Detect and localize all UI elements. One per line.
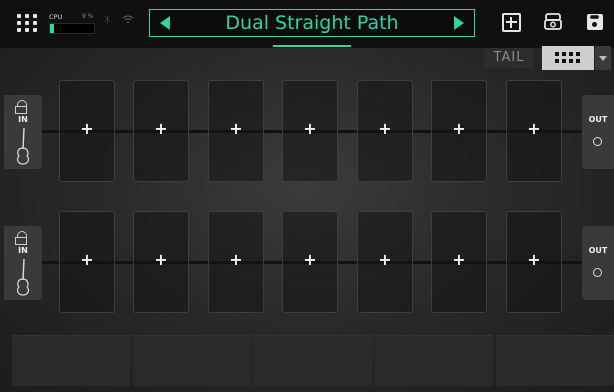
top-bar: CPU 9 % ᛡ Dual Straight Path	[0, 0, 614, 48]
menu-grid-icon[interactable]	[17, 14, 37, 32]
add-effect-icon: +	[303, 250, 317, 269]
footer-slot-1[interactable]	[12, 335, 130, 386]
effect-slot[interactable]: +	[133, 211, 189, 313]
output-label: OUT	[588, 115, 608, 124]
add-effect-icon: +	[80, 119, 94, 138]
add-effect-icon: +	[80, 250, 94, 269]
input-2[interactable]: IN	[4, 226, 42, 300]
output-label: OUT	[588, 246, 608, 255]
output-2[interactable]: OUT	[582, 226, 614, 300]
layout-button[interactable]	[542, 46, 594, 70]
effect-slot[interactable]: +	[506, 80, 562, 182]
effect-slot[interactable]: +	[357, 211, 413, 313]
input-label: IN	[18, 115, 28, 124]
input-1[interactable]: IN	[4, 95, 42, 169]
cpu-percent: 9 %	[82, 13, 94, 20]
add-effect-icon: +	[303, 119, 317, 138]
add-block-button[interactable]	[500, 11, 522, 33]
effect-slot[interactable]: +	[431, 80, 487, 182]
footer-slot-2[interactable]	[133, 335, 251, 386]
tail-button[interactable]: TAIL	[484, 48, 534, 68]
add-effect-icon: +	[452, 119, 466, 138]
input-label: IN	[18, 246, 28, 255]
preset-selector[interactable]: Dual Straight Path	[149, 9, 475, 37]
add-effect-icon: +	[229, 119, 243, 138]
output-ring-icon	[593, 137, 602, 146]
layout-dropdown[interactable]	[595, 46, 611, 70]
amp-button[interactable]	[542, 11, 564, 33]
preset-underline	[273, 45, 351, 47]
effect-slot[interactable]: +	[208, 211, 264, 313]
guitar-icon	[17, 258, 29, 296]
add-effect-icon: +	[229, 250, 243, 269]
cpu-meter-fill	[50, 24, 54, 33]
add-effect-icon: +	[452, 250, 466, 269]
wifi-icon[interactable]	[122, 14, 134, 27]
effect-slot[interactable]: +	[431, 211, 487, 313]
effect-slot[interactable]: +	[506, 211, 562, 313]
grid-layout-icon	[555, 52, 580, 63]
effect-slot[interactable]: +	[59, 80, 115, 182]
add-effect-icon: +	[154, 250, 168, 269]
cpu-label: CPU	[49, 13, 63, 21]
effect-slot[interactable]: +	[59, 211, 115, 313]
add-effect-icon: +	[378, 119, 392, 138]
prev-preset-icon[interactable]	[160, 16, 170, 30]
cpu-meter	[49, 23, 95, 34]
add-effect-icon: +	[527, 119, 541, 138]
save-button[interactable]	[584, 11, 606, 33]
footer-slot-3[interactable]	[254, 335, 372, 386]
add-effect-icon: +	[154, 119, 168, 138]
bluetooth-icon[interactable]: ᛡ	[104, 14, 111, 27]
effect-slot[interactable]: +	[208, 80, 264, 182]
effect-slot[interactable]: +	[357, 80, 413, 182]
add-effect-icon: +	[378, 250, 392, 269]
footer-slot-4[interactable]	[375, 335, 493, 386]
add-effect-icon: +	[527, 250, 541, 269]
effect-slot[interactable]: +	[133, 80, 189, 182]
preset-name[interactable]: Dual Straight Path	[190, 11, 434, 35]
effect-slot[interactable]: +	[282, 211, 338, 313]
output-1[interactable]: OUT	[582, 95, 614, 169]
effect-slot[interactable]: +	[282, 80, 338, 182]
output-ring-icon	[593, 268, 602, 277]
amp-icon	[544, 13, 562, 30]
next-preset-icon[interactable]	[454, 16, 464, 30]
footer-slot-5[interactable]	[496, 335, 614, 386]
guitar-icon	[17, 127, 29, 165]
